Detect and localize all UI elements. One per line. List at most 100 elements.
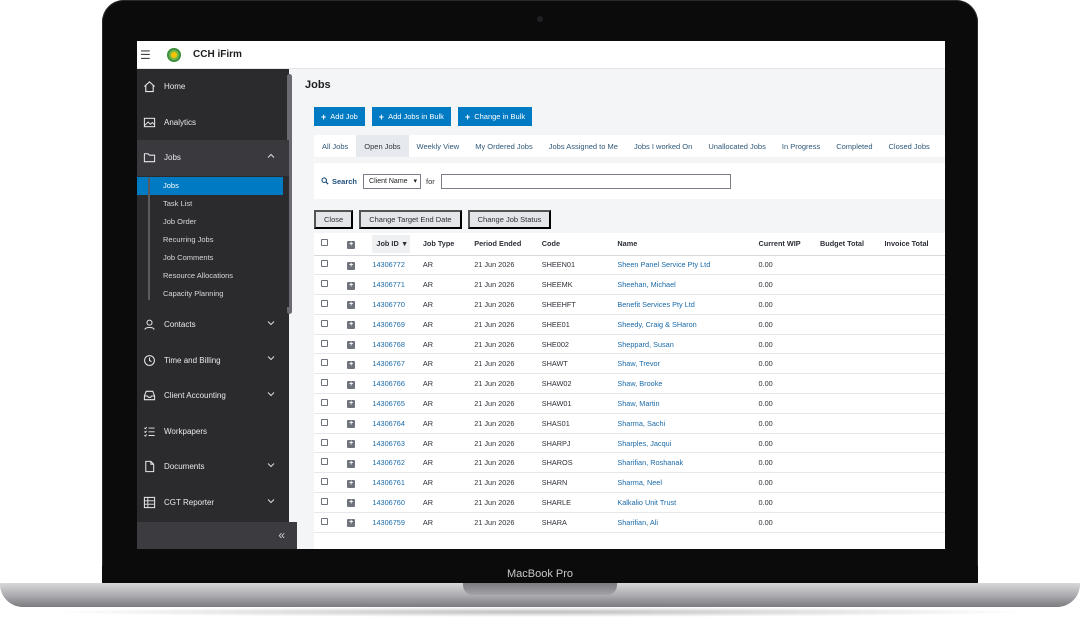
- client-name-link[interactable]: Kalkalio Unit Trust: [617, 498, 676, 507]
- tab-my-ordered-jobs[interactable]: My Ordered Jobs: [467, 135, 541, 157]
- client-name-link[interactable]: Shaw, Brooke: [617, 379, 662, 388]
- table-row[interactable]: +14306770 AR 21 Jun 2026 SHEEHFT Benefit Ser…: [314, 294, 945, 315]
- close-button[interactable]: Close: [314, 209, 354, 229]
- change-job-status-button[interactable]: Change Job Status: [467, 209, 552, 229]
- sidebar-subitem-jobs[interactable]: Jobs: [137, 176, 283, 195]
- tab-jobs-assigned-to-me[interactable]: Jobs Assigned to Me: [541, 135, 626, 157]
- expand-row-icon[interactable]: +: [347, 499, 356, 508]
- row-checkbox[interactable]: [321, 339, 328, 347]
- job-id-link[interactable]: 14306768: [372, 340, 404, 349]
- row-checkbox[interactable]: [321, 260, 328, 268]
- expand-all-icon[interactable]: +: [347, 240, 356, 249]
- tab-in-progress[interactable]: In Progress: [774, 135, 828, 157]
- table-row[interactable]: +14306768 AR 21 Jun 2026 SHE002 Sheppard, Su…: [314, 334, 945, 355]
- expand-row-icon[interactable]: +: [347, 321, 356, 330]
- search-toggle[interactable]: Search: [321, 177, 357, 186]
- row-checkbox[interactable]: [321, 379, 328, 387]
- sidebar-item-home[interactable]: Home: [137, 69, 289, 105]
- job-id-link[interactable]: 14306765: [372, 399, 404, 408]
- table-row[interactable]: +14306767 AR 21 Jun 2026 SHAWT Shaw, Trevor 0…: [314, 353, 945, 375]
- client-name-link[interactable]: Shaw, Trevor: [617, 359, 660, 368]
- client-name-link[interactable]: Sharma, Neel: [617, 478, 662, 487]
- sidebar-subitem-capacity-planning[interactable]: Capacity Planning: [137, 285, 289, 303]
- job-id-link[interactable]: 14306769: [372, 320, 404, 329]
- table-row[interactable]: +14306759 AR 21 Jun 2026 SHARA Sharifian, Al…: [314, 512, 945, 533]
- table-row[interactable]: +14306762 AR 21 Jun 2026 SHAROS Sharifian, R…: [314, 452, 945, 474]
- column-header-current-wip[interactable]: Current WIP: [758, 233, 820, 256]
- sidebar-subitem-task-list[interactable]: Task List: [137, 195, 289, 213]
- sidebar-subitem-resource-allocations[interactable]: Resource Allocations: [137, 267, 289, 285]
- job-id-link[interactable]: 14306762: [372, 458, 404, 467]
- client-name-link[interactable]: Sharma, Sachi: [617, 419, 665, 428]
- job-id-link[interactable]: 14306764: [372, 419, 404, 428]
- expand-row-icon[interactable]: +: [347, 380, 356, 389]
- job-id-link[interactable]: 14306767: [372, 359, 404, 368]
- search-input[interactable]: [440, 173, 731, 189]
- client-name-link[interactable]: Sheppard, Susan: [617, 340, 673, 349]
- sidebar-collapse-button[interactable]: «: [137, 522, 297, 549]
- tab-jobs-i-worked-on[interactable]: Jobs I worked On: [626, 135, 700, 157]
- row-checkbox[interactable]: [321, 299, 328, 307]
- job-id-link[interactable]: 14306760: [372, 498, 404, 507]
- expand-row-icon[interactable]: +: [347, 261, 356, 270]
- row-checkbox[interactable]: [321, 398, 328, 406]
- sidebar-subitem-job-order[interactable]: Job Order: [137, 213, 289, 231]
- column-header-job-type[interactable]: Job Type: [422, 233, 475, 256]
- tab-open-jobs[interactable]: Open Jobs: [356, 135, 409, 157]
- search-field-select[interactable]: Client Name ▾: [363, 173, 422, 189]
- expand-row-icon[interactable]: +: [347, 301, 356, 310]
- sidebar-item-cgt-reporter[interactable]: CGT Reporter: [137, 485, 289, 521]
- job-id-link[interactable]: 14306761: [372, 478, 404, 487]
- expand-row-icon[interactable]: +: [347, 519, 356, 528]
- row-checkbox[interactable]: [321, 359, 328, 367]
- row-checkbox[interactable]: [321, 497, 328, 505]
- row-checkbox[interactable]: [321, 438, 328, 446]
- client-name-link[interactable]: Benefit Services Pty Ltd: [617, 300, 694, 309]
- expand-row-icon[interactable]: +: [347, 400, 356, 409]
- job-id-link[interactable]: 14306771: [372, 280, 404, 289]
- tab-weekly-view[interactable]: Weekly View: [409, 135, 468, 157]
- row-checkbox[interactable]: [321, 478, 328, 486]
- add-jobs-in-bulk-button[interactable]: + Add Jobs in Bulk: [371, 107, 451, 126]
- column-header-code[interactable]: Code: [541, 233, 618, 256]
- table-row[interactable]: +14306763 AR 21 Jun 2026 SHARPJ Sharples, Ja…: [314, 433, 945, 454]
- expand-row-icon[interactable]: +: [347, 479, 356, 488]
- tab-all-jobs[interactable]: All Jobs: [314, 135, 356, 157]
- add-job-button[interactable]: + Add Job: [314, 107, 365, 126]
- column-header-name[interactable]: Name: [617, 233, 759, 256]
- expand-row-icon[interactable]: +: [347, 420, 356, 429]
- table-row[interactable]: +14306766 AR 21 Jun 2026 SHAW02 Shaw, Brooke…: [314, 373, 945, 395]
- table-row[interactable]: +14306772 AR 21 Jun 2026 SHEEN01 Sheen Panel…: [314, 255, 945, 276]
- client-name-link[interactable]: Shaw, Martin: [617, 399, 659, 408]
- tab-unallocated-jobs[interactable]: Unallocated Jobs: [700, 135, 774, 157]
- client-name-link[interactable]: Sharifian, Roshanak: [617, 458, 683, 467]
- client-name-link[interactable]: Sheen Panel Service Pty Ltd: [617, 260, 710, 269]
- expand-row-icon[interactable]: +: [347, 341, 356, 350]
- client-name-link[interactable]: Sheedy, Craig & SHaron: [617, 320, 696, 329]
- sidebar-item-contacts[interactable]: Contacts: [137, 307, 289, 343]
- menu-icon[interactable]: ☰: [140, 48, 154, 62]
- job-id-link[interactable]: 14306766: [372, 379, 404, 388]
- row-checkbox[interactable]: [321, 319, 328, 327]
- expand-row-icon[interactable]: +: [347, 440, 356, 449]
- expand-row-icon[interactable]: +: [347, 459, 356, 468]
- tab-completed[interactable]: Completed: [828, 135, 880, 157]
- sidebar-subitem-job-comments[interactable]: Job Comments: [137, 249, 289, 267]
- table-row[interactable]: +14306764 AR 21 Jun 2026 SHAS01 Sharma, Sach…: [314, 413, 945, 434]
- table-row[interactable]: +14306765 AR 21 Jun 2026 SHAW01 Shaw, Martin…: [314, 393, 945, 414]
- table-row[interactable]: +14306761 AR 21 Jun 2026 SHARN Sharma, Neel 0…: [314, 472, 945, 494]
- client-name-link[interactable]: Sharifian, Ali: [617, 518, 658, 527]
- table-row[interactable]: +14306771 AR 21 Jun 2026 SHEEMK Sheehan, Mic…: [314, 274, 945, 296]
- sidebar-item-documents[interactable]: Documents: [137, 449, 289, 485]
- client-name-link[interactable]: Sheehan, Michael: [617, 280, 675, 289]
- column-header-period-ended[interactable]: Period Ended: [474, 233, 542, 256]
- client-name-link[interactable]: Sharples, Jacqui: [617, 439, 671, 448]
- job-id-link[interactable]: 14306772: [372, 260, 404, 269]
- column-header-job-id[interactable]: Job ID ▾: [368, 233, 423, 256]
- sidebar-item-client-accounting[interactable]: Client Accounting: [137, 378, 289, 414]
- table-row[interactable]: +14306760 AR 21 Jun 2026 SHARLE Kalkalio Uni…: [314, 492, 945, 513]
- row-checkbox[interactable]: [321, 280, 328, 288]
- column-header-invoice-total[interactable]: Invoice Total: [884, 233, 945, 256]
- job-id-link[interactable]: 14306759: [372, 518, 404, 527]
- sidebar-item-time-and-billing[interactable]: Time and Billing: [137, 342, 289, 378]
